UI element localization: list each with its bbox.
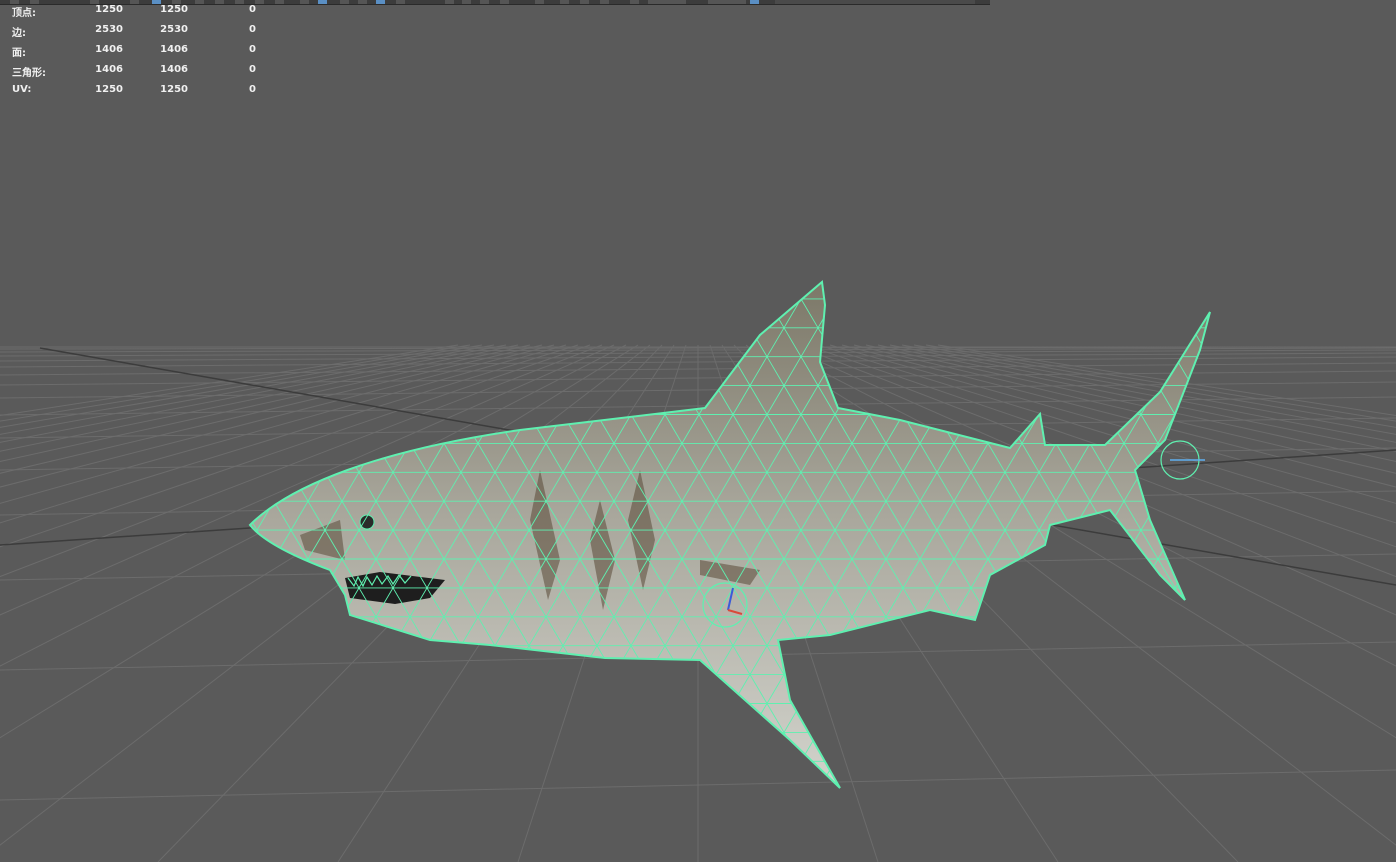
toolbar-button[interactable] <box>480 0 489 4</box>
viewport-canvas[interactable] <box>0 0 1396 862</box>
toolbar-button[interactable] <box>560 0 569 4</box>
hud-row-edges: 边: 2530 2530 0 <box>0 24 270 39</box>
toolbar-button-active[interactable] <box>376 0 385 4</box>
toolbar-button-active[interactable] <box>318 0 327 4</box>
hud-label: 面: <box>12 48 26 59</box>
hud-value: 1250 <box>160 84 188 95</box>
hud-row-uvs: UV: 1250 1250 0 <box>0 84 270 98</box>
hud-label: 边: <box>12 28 26 39</box>
toolbar-field[interactable] <box>775 0 975 4</box>
toolbar-button[interactable] <box>445 0 454 4</box>
hud-value: 0 <box>249 4 256 15</box>
hud-row-triangles: 三角形: 1406 1406 0 <box>0 64 270 79</box>
toolbar-button[interactable] <box>358 0 367 4</box>
tail-pivot-manipulator[interactable] <box>1160 440 1205 480</box>
toolbar-button[interactable] <box>396 0 405 4</box>
toolbar-button[interactable] <box>580 0 589 4</box>
toolbar-field[interactable] <box>708 0 746 4</box>
hud-value: 0 <box>249 24 256 35</box>
toolbar-field[interactable] <box>648 0 686 4</box>
hud-row-faces: 面: 1406 1406 0 <box>0 44 270 59</box>
hud-row-vertices: 顶点: 1250 1250 0 <box>0 4 270 19</box>
hud-value: 1250 <box>95 4 123 15</box>
toolbar-button[interactable] <box>500 0 509 4</box>
toolbar-button-active[interactable] <box>750 0 759 4</box>
hud-value: 0 <box>249 44 256 55</box>
toolbar-button[interactable] <box>340 0 349 4</box>
hud-value: 2530 <box>160 24 188 35</box>
hud-value: 0 <box>249 84 256 95</box>
hud-value: 1406 <box>95 44 123 55</box>
toolbar-button[interactable] <box>535 0 544 4</box>
hud-value: 1250 <box>160 4 188 15</box>
hud-value: 2530 <box>95 24 123 35</box>
hud-value: 1406 <box>160 64 188 75</box>
toolbar-button[interactable] <box>600 0 609 4</box>
hud-label: 顶点: <box>12 8 36 19</box>
hud-label: UV: <box>12 84 32 95</box>
toolbar-button[interactable] <box>630 0 639 4</box>
hud-value: 0 <box>249 64 256 75</box>
hud-value: 1250 <box>95 84 123 95</box>
toolbar-button[interactable] <box>300 0 309 4</box>
toolbar-button[interactable] <box>275 0 284 4</box>
toolbar-button[interactable] <box>462 0 471 4</box>
poly-count-hud: 顶点: 1250 1250 0 边: 2530 2530 0 面: 1406 1… <box>0 0 270 100</box>
hud-value: 1406 <box>95 64 123 75</box>
hud-value: 1406 <box>160 44 188 55</box>
hud-label: 三角形: <box>12 68 46 79</box>
